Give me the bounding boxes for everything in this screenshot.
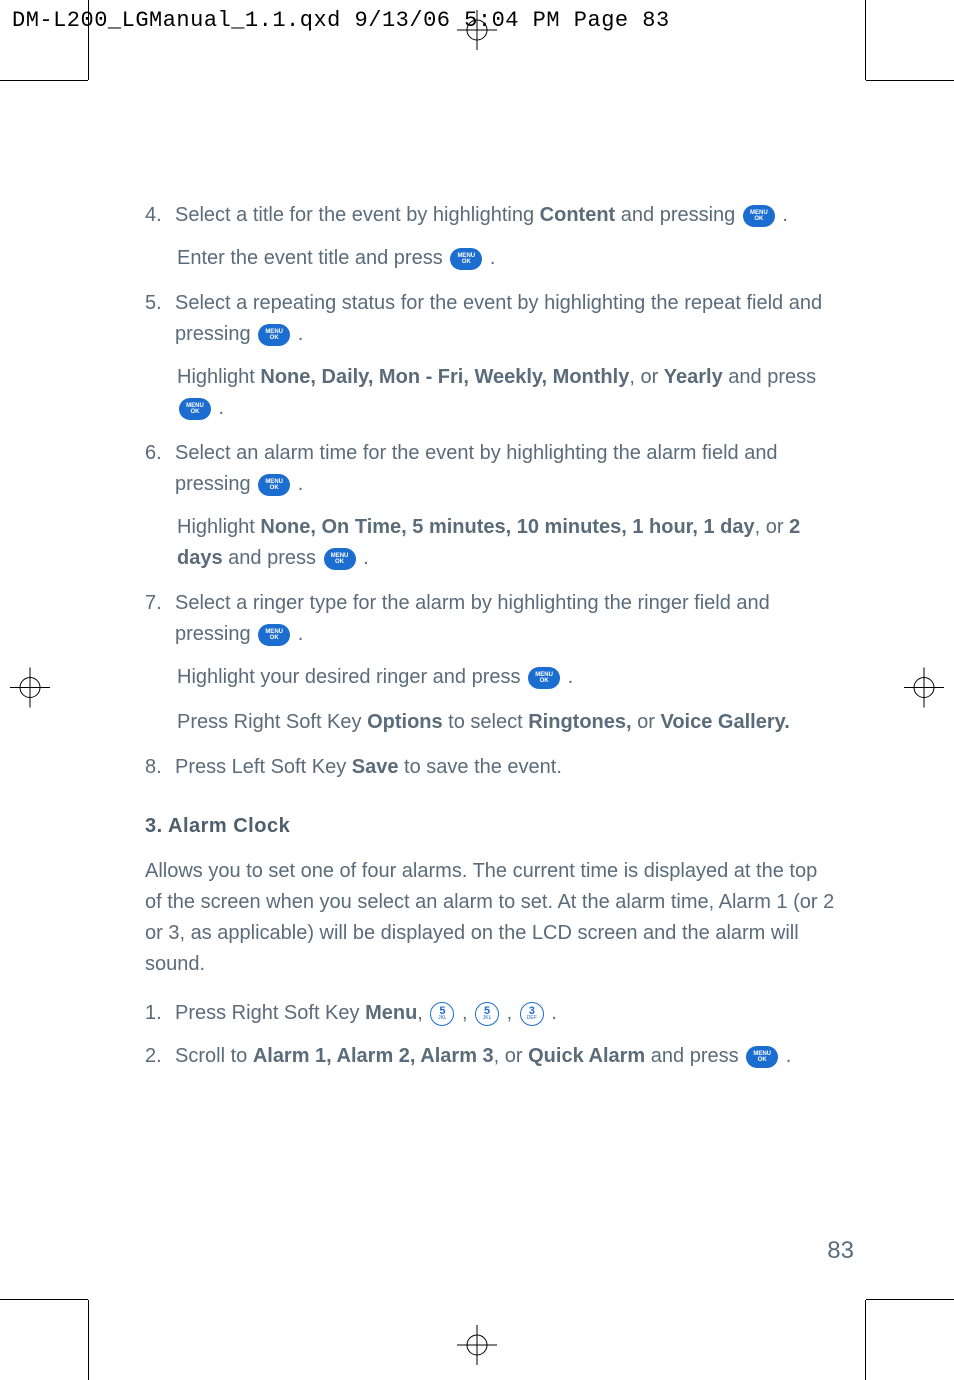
section-paragraph: Allows you to set one of four alarms. Th… [145, 856, 835, 980]
sub-text: to select [443, 711, 529, 733]
step-text: , or [494, 1045, 528, 1067]
menu-ok-icon: MENUOK [450, 248, 482, 270]
step-4-sub: Enter the event title and press MENUOK . [177, 243, 835, 274]
step-number: 7. [145, 588, 162, 619]
crop-mark [0, 1299, 88, 1300]
sub-text: , or [629, 366, 663, 388]
bold-text: Save [352, 756, 399, 778]
comma: , [417, 1002, 428, 1024]
section-heading-alarm-clock: 3. Alarm Clock [145, 811, 835, 842]
bold-text: Ringtones, [528, 711, 631, 733]
menu-ok-icon: MENUOK [324, 548, 356, 570]
page-number: 83 [827, 1237, 854, 1265]
step-text: Select a title for the event by highligh… [175, 204, 540, 226]
crop-mark [865, 0, 866, 80]
alarm-step-2: 2. Scroll to Alarm 1, Alarm 2, Alarm 3, … [145, 1041, 835, 1072]
bold-text: Yearly [664, 366, 723, 388]
step-number: 8. [145, 752, 162, 783]
bold-text: Options [367, 711, 443, 733]
step-6-sub: Highlight None, On Time, 5 minutes, 10 m… [177, 512, 835, 574]
bold-text: Voice Gallery. [660, 711, 789, 733]
sub-text: Highlight [177, 516, 260, 538]
step-8: 8. Press Left Soft Key Save to save the … [145, 752, 835, 783]
menu-ok-icon: MENUOK [179, 398, 211, 420]
sub-text: Enter the event title and press [177, 247, 448, 269]
step-7-sub2: Press Right Soft Key Options to select R… [177, 707, 835, 738]
menu-ok-icon: MENUOK [743, 205, 775, 227]
step-text: and press [645, 1045, 744, 1067]
bold-text: None, Daily, Mon - Fri, Weekly, Monthly [260, 366, 629, 388]
crop-mark [865, 1300, 866, 1380]
sub-text: Press Right Soft Key [177, 711, 367, 733]
step-text: Press Left Soft Key [175, 756, 352, 778]
bold-text: Alarm 1, Alarm 2, Alarm 3 [253, 1045, 494, 1067]
registration-mark-bottom [457, 1325, 497, 1370]
sub-text: , or [755, 516, 789, 538]
step-text: Press Right Soft Key [175, 1002, 365, 1024]
step-4: 4. Select a title for the event by highl… [145, 200, 835, 231]
step-7-sub1: Highlight your desired ringer and press … [177, 662, 835, 693]
crop-mark [88, 1300, 89, 1380]
menu-ok-icon: MENUOK [258, 474, 290, 496]
step-6: 6. Select an alarm time for the event by… [145, 438, 835, 500]
sub-text: Highlight [177, 366, 260, 388]
key-5-icon: 5JKL [475, 1002, 499, 1026]
step-number: 1. [145, 998, 162, 1029]
alarm-step-1: 1. Press Right Soft Key Menu, 5JKL , 5JK… [145, 998, 835, 1029]
prepress-header: DM-L200_LGManual_1.1.qxd 9/13/06 5:04 PM… [12, 8, 670, 33]
sub-text: or [632, 711, 661, 733]
bold-content: Content [540, 204, 616, 226]
sub-text: and press [223, 547, 322, 569]
registration-mark-left [10, 668, 50, 713]
registration-mark-top [457, 10, 497, 55]
step-text: to save the event. [398, 756, 561, 778]
step-number: 2. [145, 1041, 162, 1072]
page-content: 4. Select a title for the event by highl… [145, 200, 835, 1084]
step-7: 7. Select a ringer type for the alarm by… [145, 588, 835, 650]
menu-ok-icon: MENUOK [746, 1046, 778, 1068]
key-3-icon: 3DEF [520, 1002, 544, 1026]
key-5-icon: 5JKL [430, 1002, 454, 1026]
sub-text: and press [723, 366, 816, 388]
registration-mark-right [904, 668, 944, 713]
step-5-sub: Highlight None, Daily, Mon - Fri, Weekly… [177, 362, 835, 424]
crop-mark [88, 0, 89, 80]
step-number: 6. [145, 438, 162, 469]
step-text: Scroll to [175, 1045, 253, 1067]
crop-mark [866, 80, 954, 81]
menu-ok-icon: MENUOK [258, 624, 290, 646]
menu-ok-icon: MENUOK [258, 324, 290, 346]
bold-text: Quick Alarm [528, 1045, 645, 1067]
crop-mark [866, 1299, 954, 1300]
step-5: 5. Select a repeating status for the eve… [145, 288, 835, 350]
crop-mark [0, 80, 88, 81]
menu-ok-icon: MENUOK [528, 667, 560, 689]
step-text: and pressing [615, 204, 741, 226]
step-number: 5. [145, 288, 162, 319]
step-number: 4. [145, 200, 162, 231]
bold-text: None, On Time, 5 minutes, 10 minutes, 1 … [260, 516, 754, 538]
sub-text: Highlight your desired ringer and press [177, 666, 526, 688]
bold-text: Menu [365, 1002, 417, 1024]
